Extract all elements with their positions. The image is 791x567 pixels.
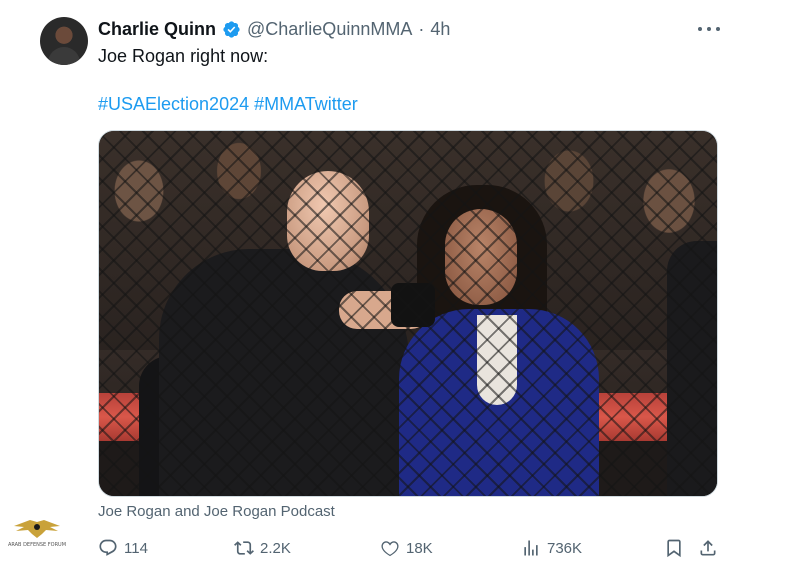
reply-count: 114 xyxy=(124,539,148,557)
share-button[interactable] xyxy=(698,536,718,560)
like-button[interactable]: 18K xyxy=(380,536,433,560)
eagle-wings-icon xyxy=(14,520,60,538)
hashtag-usaelection2024[interactable]: #USAElection2024 xyxy=(98,94,249,114)
tweet-text: Joe Rogan right now: xyxy=(98,46,269,66)
watermark-label: ARAB DEFENSE FORUM xyxy=(7,542,67,548)
reply-icon xyxy=(99,539,117,556)
hashtag-line: #USAElection2024 #MMATwitter xyxy=(98,93,358,115)
forum-watermark-logo: ARAB DEFENSE FORUM xyxy=(6,518,68,564)
tweet-media-image[interactable] xyxy=(98,130,718,497)
cage-fence xyxy=(99,131,717,496)
retweet-count: 2.2K xyxy=(260,539,291,557)
heart-icon xyxy=(381,541,399,557)
reply-button[interactable]: 114 xyxy=(98,536,148,560)
share-icon xyxy=(700,540,716,556)
header-separator: · xyxy=(418,18,425,39)
views-button[interactable]: 736K xyxy=(521,536,582,560)
media-caption: Joe Rogan and Joe Rogan Podcast xyxy=(98,503,335,520)
hashtag-mmatwitter[interactable]: #MMATwitter xyxy=(254,94,358,114)
retweet-icon xyxy=(234,541,254,555)
retweet-button[interactable]: 2.2K xyxy=(234,536,291,560)
views-bar-chart-icon xyxy=(524,540,538,556)
author-handle[interactable]: @CharlieQuinnMMA xyxy=(247,19,412,40)
tweet-actions-bar: 114 2.2K 18K 736K xyxy=(98,536,720,560)
more-options-icon[interactable] xyxy=(698,21,720,37)
bookmark-button[interactable] xyxy=(664,536,684,560)
like-count: 18K xyxy=(406,539,433,557)
author-avatar[interactable] xyxy=(40,17,88,65)
bookmark-icon xyxy=(667,539,681,558)
views-count: 736K xyxy=(547,539,583,557)
verified-badge-icon xyxy=(223,20,240,38)
tweet-timestamp[interactable]: 4h xyxy=(430,19,450,40)
author-name[interactable]: Charlie Quinn xyxy=(98,19,216,40)
tweet-header: Charlie Quinn @CharlieQuinnMMA · 4h xyxy=(98,18,450,40)
